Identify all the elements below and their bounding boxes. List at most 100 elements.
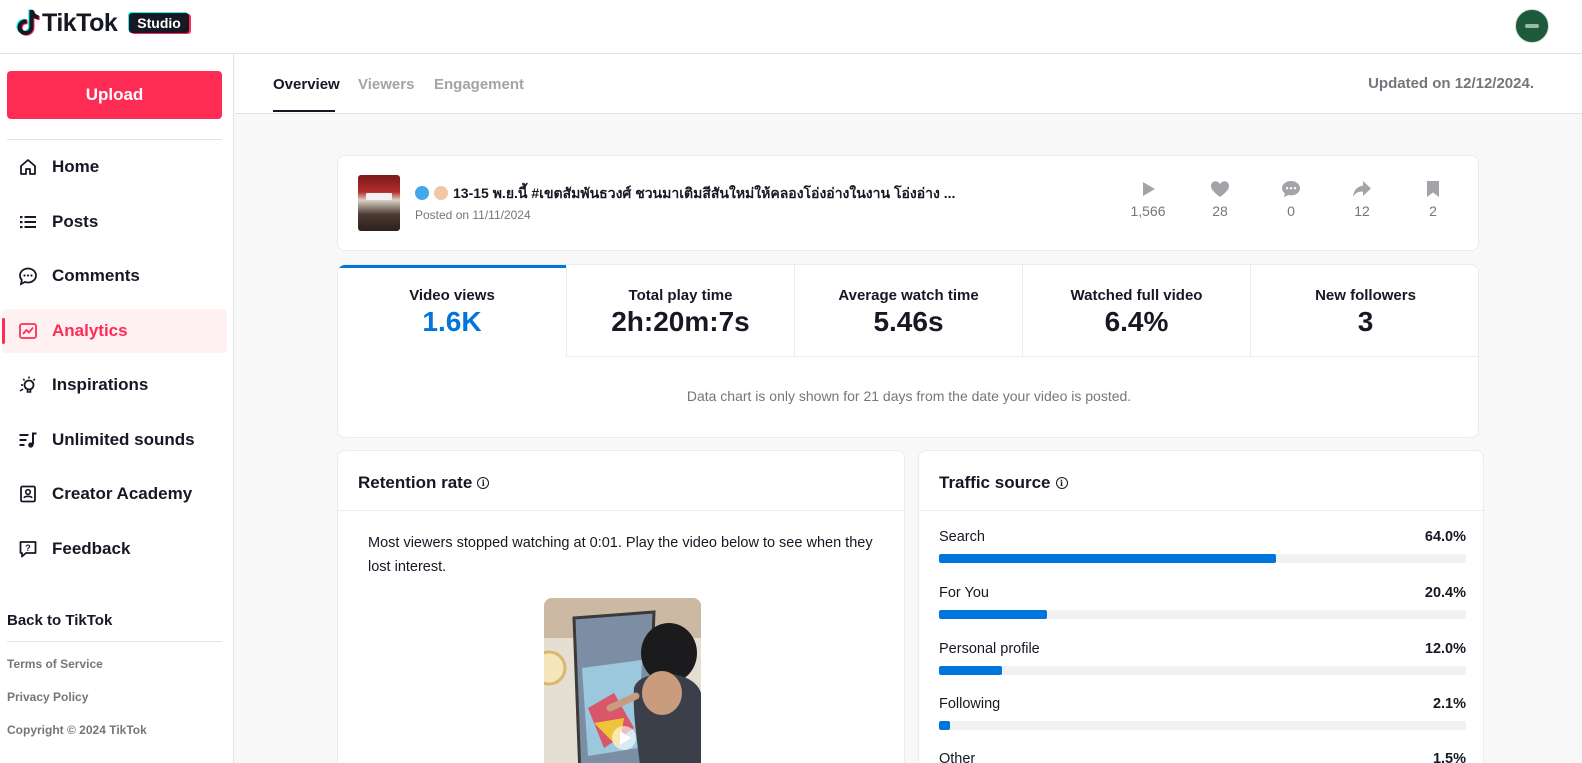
terms-link[interactable]: Terms of Service	[7, 657, 103, 671]
sidebar: Upload Home Posts Comments Analytics Ins…	[0, 54, 234, 763]
sidebar-item-label: Unlimited sounds	[52, 430, 195, 449]
panel-divider	[919, 510, 1483, 511]
sidebar-item-inspirations[interactable]: Inspirations	[2, 363, 227, 407]
metric-value: 1.6K	[422, 306, 482, 337]
traffic-percent: 20.4%	[1424, 585, 1466, 601]
avatar[interactable]	[1515, 9, 1549, 43]
metric-label: Average watch time	[838, 287, 979, 304]
traffic-source-card: Traffic source i Search 64.0% For You 20…	[918, 450, 1484, 763]
sidebar-item-creator-academy[interactable]: Creator Academy	[2, 472, 227, 516]
video-thumbnail[interactable]	[358, 175, 400, 231]
metric-video-views[interactable]: Video views 1.6K	[338, 265, 567, 357]
traffic-bar-track	[939, 554, 1466, 563]
svg-text:?: ?	[25, 543, 31, 553]
traffic-bar-fill	[939, 721, 951, 730]
metric-new-followers[interactable]: New followers 3	[1251, 265, 1478, 357]
metric-watched-full-video[interactable]: Watched full video 6.4%	[1023, 265, 1251, 357]
stat-saves: 2	[1403, 180, 1463, 221]
metric-total-play-time[interactable]: Total play time 2h:20m:7s	[567, 265, 795, 357]
metric-value: 5.46s	[873, 306, 944, 337]
tab-viewers[interactable]: Viewers	[358, 76, 414, 93]
tab-overview[interactable]: Overview	[273, 76, 340, 93]
info-icon[interactable]: i	[1055, 477, 1068, 489]
traffic-row-search: Search 64.0%	[939, 529, 1466, 563]
sidebar-item-label: Comments	[52, 266, 140, 285]
traffic-bar-track	[939, 666, 1466, 675]
video-preview-player[interactable]	[544, 598, 701, 763]
metric-average-watch-time[interactable]: Average watch time 5.46s	[795, 265, 1023, 357]
traffic-percent: 64.0%	[1424, 529, 1466, 545]
active-tab-indicator	[273, 110, 335, 112]
traffic-row-personal-profile: Personal profile 12.0%	[939, 641, 1466, 675]
back-to-tiktok-link[interactable]: Back to TikTok	[7, 612, 112, 629]
sidebar-item-label: Creator Academy	[52, 484, 193, 503]
sidebar-item-comments[interactable]: Comments	[2, 254, 227, 298]
stat-value: 0	[1287, 203, 1295, 219]
metric-value: 6.4%	[1104, 306, 1169, 337]
sidebar-item-label: Feedback	[52, 539, 131, 558]
traffic-percent: 2.1%	[1432, 696, 1466, 712]
play-icon	[1143, 182, 1155, 196]
upload-button[interactable]: Upload	[7, 71, 222, 119]
sidebar-item-home[interactable]: Home	[2, 145, 227, 189]
info-icon[interactable]: i	[477, 477, 490, 489]
feedback-icon: ?	[18, 539, 38, 559]
stat-shares: 12	[1332, 180, 1392, 221]
sidebar-item-label: Analytics	[52, 321, 128, 340]
list-icon	[18, 212, 38, 232]
traffic-row-for-you: For You 20.4%	[939, 585, 1466, 619]
traffic-bar-track	[939, 721, 1466, 730]
metric-label: New followers	[1315, 287, 1416, 304]
sidebar-item-label: Inspirations	[52, 375, 149, 394]
traffic-title: Traffic source i	[939, 473, 1068, 493]
tiktok-note-icon	[16, 9, 40, 36]
traffic-bar-fill	[939, 610, 1047, 619]
sidebar-item-label: Posts	[52, 212, 99, 231]
stat-comments: 0	[1261, 180, 1321, 221]
panel-title-text: Traffic source	[939, 473, 1051, 492]
sidebar-divider	[7, 139, 222, 140]
traffic-row-other: Other 1.5%	[939, 751, 1466, 763]
traffic-percent: 12.0%	[1424, 641, 1466, 657]
video-card: 13-15 พ.ย.นี้ #เขตสัมพันธวงศ์ ชวนมาเติมส…	[337, 155, 1479, 251]
metric-value: 3	[1357, 306, 1374, 337]
sidebar-item-label: Home	[52, 157, 100, 176]
stat-value: 2	[1429, 203, 1437, 219]
metric-label: Video views	[409, 287, 495, 304]
academy-icon	[18, 484, 38, 504]
home-icon	[18, 157, 38, 177]
top-bar: TikTok Studio	[0, 0, 1582, 54]
palette-emoji-icon	[434, 186, 448, 200]
heart-icon	[1211, 181, 1229, 197]
sidebar-divider	[7, 641, 222, 642]
metric-label: Total play time	[628, 287, 733, 304]
analytics-icon	[18, 321, 38, 341]
tiktok-studio-logo[interactable]: TikTok Studio	[14, 8, 189, 38]
metrics-card: Video views 1.6K Total play time 2h:20m:…	[337, 264, 1479, 438]
stat-likes: 28	[1190, 180, 1250, 221]
traffic-label: Search	[939, 529, 985, 545]
traffic-label: Following	[939, 696, 1001, 712]
music-list-icon	[18, 430, 38, 450]
sidebar-item-analytics[interactable]: Analytics	[2, 309, 227, 353]
sidebar-item-posts[interactable]: Posts	[2, 200, 227, 244]
copyright-text: Copyright © 2024 TikTok	[7, 723, 147, 737]
video-frame	[544, 598, 701, 763]
updated-date: Updated on 12/12/2024.	[1368, 75, 1534, 92]
video-title-text: 13-15 พ.ย.นี้ #เขตสัมพันธวงศ์ ชวนมาเติมส…	[453, 185, 956, 201]
privacy-link[interactable]: Privacy Policy	[7, 690, 88, 704]
stat-value: 1,566	[1130, 203, 1166, 219]
stat-views: 1,566	[1118, 180, 1178, 221]
traffic-bar-track	[939, 610, 1466, 619]
video-title[interactable]: 13-15 พ.ย.นี้ #เขตสัมพันธวงศ์ ชวนมาเติมส…	[415, 183, 955, 205]
studio-badge: Studio	[129, 13, 189, 33]
sidebar-item-unlimited-sounds[interactable]: Unlimited sounds	[2, 418, 227, 462]
traffic-label: For You	[939, 585, 989, 601]
traffic-label: Other	[939, 751, 976, 763]
bookmark-icon	[1427, 181, 1439, 197]
traffic-bar-fill	[939, 554, 1277, 563]
panel-divider	[338, 510, 904, 511]
metric-value: 2h:20m:7s	[611, 306, 750, 337]
tab-engagement[interactable]: Engagement	[434, 76, 524, 93]
sidebar-item-feedback[interactable]: ? Feedback	[2, 527, 227, 571]
